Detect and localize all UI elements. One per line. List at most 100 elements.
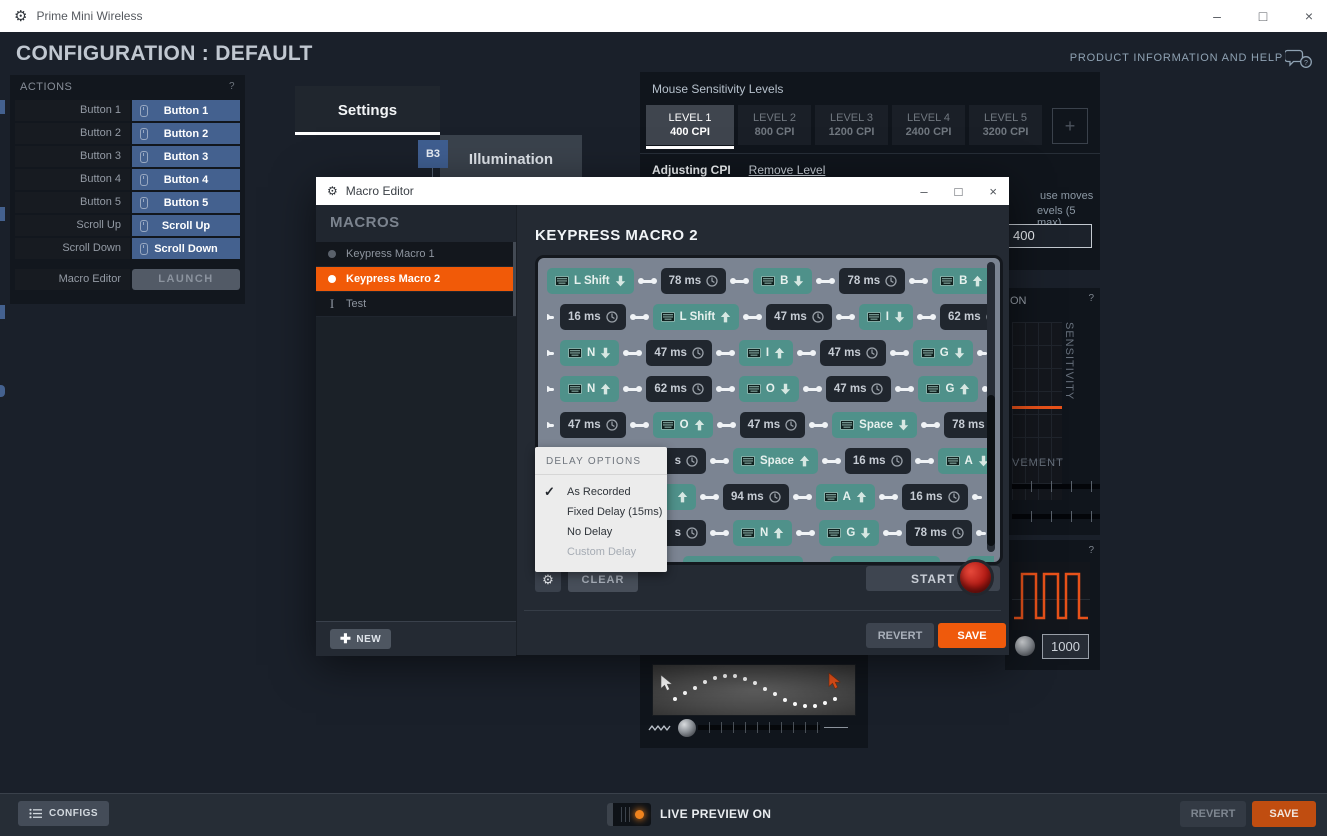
action-binding-button[interactable]: Scroll Up — [132, 215, 240, 236]
key-chip[interactable] — [830, 556, 940, 565]
delay-options-list: ✓As RecordedFixed Delay (15ms)No DelayCu… — [535, 475, 667, 562]
key-chip[interactable]: O — [653, 412, 713, 438]
cpi-level-tab[interactable]: LEVEL 42400 CPI — [892, 105, 965, 145]
global-save-button[interactable]: SAVE — [1252, 801, 1316, 827]
key-chip[interactable]: Space — [832, 412, 917, 438]
dialog-close-button[interactable]: × — [989, 184, 997, 199]
delay-option[interactable]: ✓As Recorded — [535, 482, 667, 502]
key-chip[interactable]: N — [733, 520, 792, 546]
scrollbar-thumb[interactable] — [987, 395, 995, 546]
macro-revert-button[interactable]: REVERT — [866, 623, 934, 648]
minimize-button[interactable]: – — [1209, 8, 1225, 24]
key-chip[interactable]: L Shift — [547, 268, 634, 294]
polling-knob[interactable] — [1015, 636, 1035, 656]
action-binding-button[interactable]: Button 5 — [132, 192, 240, 213]
slider-track[interactable] — [1012, 481, 1100, 492]
key-chip[interactable]: Space — [733, 448, 818, 474]
cpi-value-input[interactable]: 400 — [1005, 224, 1092, 248]
square-wave-icon — [1012, 562, 1090, 630]
launch-button[interactable]: LAUNCH — [132, 269, 240, 290]
delay-chip[interactable]: 47 ms — [740, 412, 806, 438]
macro-list-item[interactable]: Keypress Macro 2 — [316, 267, 513, 291]
connector — [924, 424, 937, 427]
live-preview-toggle[interactable] — [607, 803, 651, 826]
product-help-link[interactable]: PRODUCT INFORMATION AND HELP — [1070, 52, 1283, 64]
delay-chip[interactable]: 47 ms — [766, 304, 832, 330]
cpi-level-tab[interactable]: LEVEL 31200 CPI — [815, 105, 888, 145]
delay-chip[interactable]: 78 ms — [906, 520, 972, 546]
key-chip[interactable] — [683, 556, 803, 565]
record-button[interactable] — [957, 559, 994, 596]
delay-chip[interactable]: 62 ms — [940, 304, 994, 330]
sensitivity-curve-line — [1012, 406, 1062, 409]
help-badge[interactable]: ? — [229, 81, 235, 93]
new-macro-button[interactable]: ✚ NEW — [330, 629, 391, 649]
mouse-icon — [140, 220, 148, 232]
path-dot — [833, 697, 837, 701]
canvas-scrollbar[interactable] — [987, 262, 995, 552]
action-binding-button[interactable]: Button 1 — [132, 100, 240, 121]
help-bubbles-icon[interactable]: ? — [1285, 48, 1313, 70]
key-chip[interactable]: B — [932, 268, 991, 294]
maximize-button[interactable]: □ — [1255, 8, 1271, 24]
key-chip[interactable]: B — [753, 268, 812, 294]
delay-chip[interactable]: 47 ms — [820, 340, 886, 366]
arrow-up-icon — [677, 491, 688, 503]
delay-chip[interactable]: 47 ms — [646, 340, 712, 366]
key-chip[interactable]: A — [938, 448, 995, 474]
delay-chip[interactable]: 47 ms — [826, 376, 892, 402]
tab-settings[interactable]: Settings — [295, 86, 440, 135]
help-badge[interactable]: ? — [1088, 293, 1094, 304]
key-chip[interactable]: G — [819, 520, 879, 546]
slider-track[interactable] — [1012, 511, 1100, 522]
delay-chip[interactable]: 62 ms — [646, 376, 712, 402]
key-chip[interactable]: A — [816, 484, 875, 510]
key-chip[interactable]: I — [859, 304, 913, 330]
cpi-level-tab[interactable]: LEVEL 1400 CPI — [646, 105, 734, 145]
keyboard-icon — [747, 348, 761, 358]
polling-rate-value[interactable]: 1000 — [1042, 634, 1089, 659]
action-label: Button 2 — [15, 123, 130, 144]
connector-stub — [547, 316, 554, 319]
macro-save-button[interactable]: SAVE — [938, 623, 1006, 648]
snap-slider-knob[interactable] — [678, 719, 696, 737]
key-chip[interactable]: O — [739, 376, 799, 402]
delay-chip[interactable]: 47 ms — [560, 412, 626, 438]
delay-chip[interactable]: 78 ms — [839, 268, 905, 294]
action-binding-button[interactable]: Button 3 — [132, 146, 240, 167]
os-titlebar: ⚙ Prime Mini Wireless – □ × — [0, 0, 1327, 32]
key-chip[interactable]: L Shift — [653, 304, 740, 330]
actions-panel: ACTIONS ? Button 1Button 1Button 2Button… — [10, 75, 245, 304]
key-chip[interactable]: N — [560, 340, 619, 366]
delay-option[interactable]: No Delay — [535, 522, 667, 542]
snap-slider-track[interactable] — [698, 725, 820, 730]
key-chip[interactable]: G — [918, 376, 978, 402]
action-binding-button[interactable]: Scroll Down — [132, 238, 240, 259]
help-badge[interactable]: ? — [1088, 545, 1094, 556]
keyboard-icon — [761, 276, 775, 286]
macro-list-item[interactable]: ITest — [316, 292, 513, 316]
delay-chip[interactable]: 94 ms — [723, 484, 789, 510]
remove-level-link[interactable]: Remove Level — [749, 163, 826, 177]
dialog-minimize-button[interactable]: – — [920, 184, 927, 199]
action-binding-button[interactable]: Button 2 — [132, 123, 240, 144]
action-binding-button[interactable]: Button 4 — [132, 169, 240, 190]
key-chip[interactable]: G — [913, 340, 973, 366]
key-chip[interactable]: I — [739, 340, 793, 366]
macro-list-item[interactable]: Keypress Macro 1 — [316, 242, 513, 266]
delay-chip[interactable]: 16 ms — [902, 484, 968, 510]
delay-option[interactable]: Fixed Delay (15ms) — [535, 502, 667, 522]
cpi-level-tab[interactable]: LEVEL 53200 CPI — [969, 105, 1042, 145]
cpi-level-tab[interactable]: LEVEL 2800 CPI — [738, 105, 811, 145]
key-chip[interactable]: N — [560, 376, 619, 402]
sensitivity-graph[interactable] — [1012, 322, 1062, 500]
dialog-maximize-button[interactable]: □ — [955, 184, 963, 199]
close-button[interactable]: × — [1301, 8, 1317, 24]
configs-button[interactable]: CONFIGS — [18, 801, 109, 826]
delay-chip[interactable]: 78 ms — [661, 268, 727, 294]
global-revert-button[interactable]: REVERT — [1180, 801, 1246, 827]
key-label: I — [886, 311, 889, 323]
delay-chip[interactable]: 16 ms — [845, 448, 911, 474]
add-level-button[interactable]: + — [1052, 108, 1088, 144]
delay-chip[interactable]: 16 ms — [560, 304, 626, 330]
